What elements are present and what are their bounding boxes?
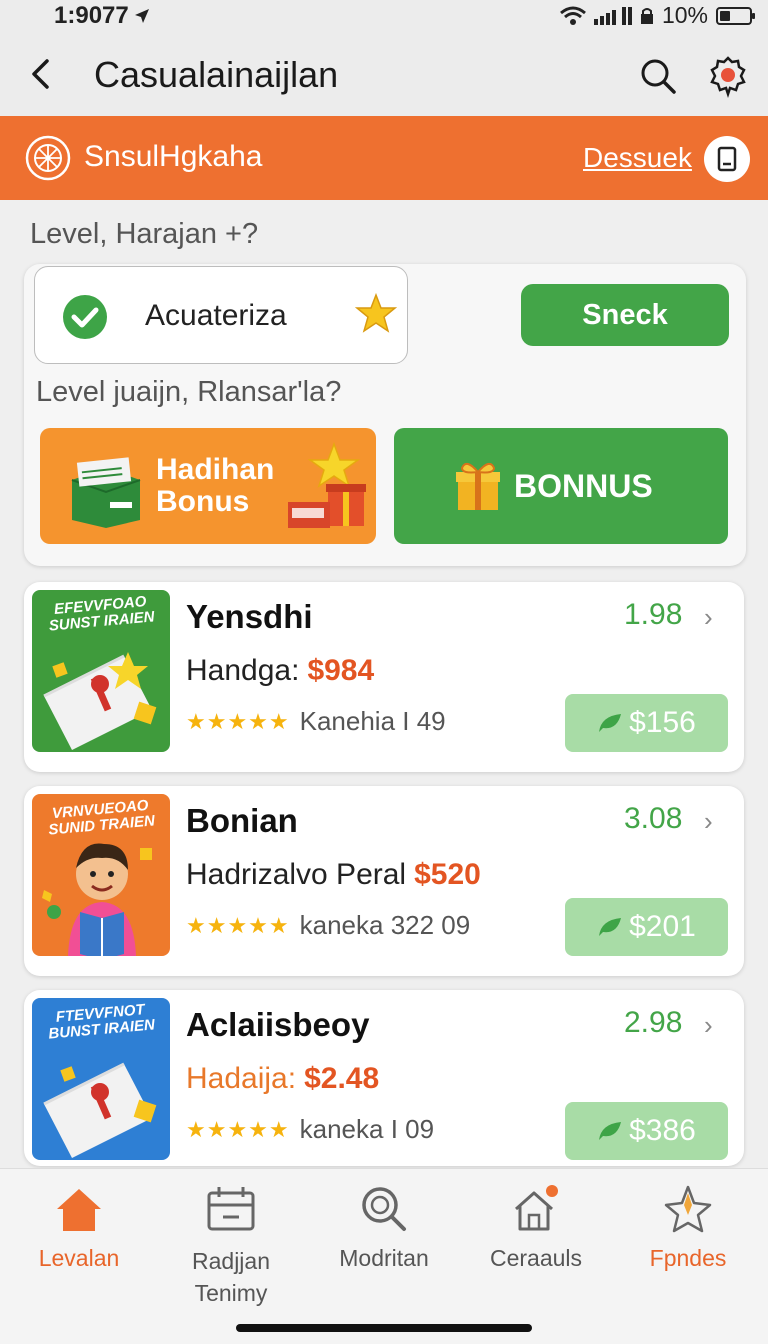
level-card: Acuateriza Sneck Level juaijn, Rlansar'l… bbox=[24, 264, 746, 566]
rating-stars: ★★★★★ bbox=[186, 1116, 290, 1142]
product-score: 1.98 bbox=[624, 598, 683, 631]
gift-icon bbox=[456, 462, 500, 510]
price-pill-button[interactable]: $386 bbox=[565, 1102, 728, 1160]
page-title: Casualainaijlan bbox=[94, 54, 339, 95]
status-time-text: 1:9077 bbox=[54, 2, 129, 29]
status-bar: 1:9077 10% bbox=[0, 0, 768, 30]
lock-icon bbox=[640, 7, 653, 24]
award-badge-icon[interactable] bbox=[706, 54, 750, 98]
nav-label: Levalan bbox=[38, 1245, 120, 1271]
home-indicator[interactable] bbox=[236, 1324, 532, 1332]
price-label: Hadaija: bbox=[186, 1062, 297, 1095]
sneck-button[interactable]: Sneck bbox=[521, 284, 729, 346]
nav-label: Ceraauls bbox=[489, 1245, 583, 1271]
product-card[interactable]: EFEVVFOAO SUNST IRAIEN Yensdhi Handga: $9… bbox=[24, 582, 744, 772]
chevron-right-icon[interactable]: › bbox=[704, 1010, 713, 1041]
status-text: Acuateriza bbox=[145, 299, 287, 332]
bonus-tile[interactable]: BONNUS bbox=[394, 428, 728, 544]
check-circle-icon bbox=[63, 295, 107, 339]
app-bar: Casualainaijlan bbox=[0, 30, 768, 116]
price-label: Hadrizalvo Peral bbox=[186, 858, 407, 891]
product-thumbnail: VRNVUEOAO SUNID TRAIEN bbox=[32, 794, 170, 956]
bottom-nav: Levalan Radjjan Tenimy Modritan Ceraauls… bbox=[0, 1168, 768, 1344]
product-price: $984 bbox=[307, 654, 375, 687]
nav-item-levalan[interactable]: Levalan bbox=[4, 1183, 154, 1272]
location-arrow-icon bbox=[134, 9, 149, 23]
home-icon bbox=[57, 1189, 101, 1231]
house-notification-icon bbox=[515, 1185, 558, 1231]
product-thumbnail: EFEVVFOAO SUNST IRAIEN bbox=[32, 590, 170, 752]
store-name: SnsulHgkaha bbox=[84, 140, 263, 173]
wifi-icon bbox=[559, 6, 586, 25]
price-label: Handga: bbox=[186, 654, 300, 687]
gift-box-icon bbox=[71, 457, 141, 528]
pill-price: $201 bbox=[629, 910, 696, 943]
bonus-label: BONNUS bbox=[514, 468, 653, 504]
status-box[interactable]: Acuateriza bbox=[34, 266, 408, 364]
rating-stars: ★★★★★ bbox=[186, 708, 290, 734]
battery-icon bbox=[716, 6, 755, 25]
pill-price: $156 bbox=[629, 706, 696, 739]
back-button[interactable] bbox=[26, 56, 54, 92]
product-name: Yensdhi bbox=[186, 598, 313, 635]
product-rating: ★★★★★ kaneka I 09 bbox=[186, 1114, 434, 1145]
product-price-line: Handga: $984 bbox=[186, 654, 374, 688]
nav-label: Radjjan Tenimy bbox=[192, 1248, 270, 1306]
price-pill-button[interactable]: $156 bbox=[565, 694, 728, 752]
product-name: Bonian bbox=[186, 802, 298, 839]
leaf-icon bbox=[599, 918, 622, 936]
product-card[interactable]: VRNVUEOAO SUNID TRAIEN Bonian Hadrizalvo… bbox=[24, 786, 744, 976]
rating-meta: Kanehia I 49 bbox=[299, 706, 446, 736]
search-icon[interactable] bbox=[638, 56, 678, 96]
store-banner: SnsulHgkaha Dessuek bbox=[0, 116, 768, 200]
store-logo-icon bbox=[25, 135, 71, 181]
signal-icon bbox=[593, 6, 632, 25]
product-price: $2.48 bbox=[304, 1062, 380, 1095]
price-pill-button[interactable]: $201 bbox=[565, 898, 728, 956]
status-right: 10% bbox=[559, 2, 755, 29]
nav-label: Fpndes bbox=[649, 1245, 727, 1271]
chevron-left-icon bbox=[32, 59, 49, 89]
leaf-icon bbox=[599, 1122, 622, 1140]
chevron-right-icon[interactable]: › bbox=[704, 806, 713, 837]
product-price-line: Hadrizalvo Peral $520 bbox=[186, 858, 481, 892]
product-card[interactable]: FTEVVFNOT BUNST IRAIEN Aclaiisbeoy Hadai… bbox=[24, 990, 744, 1166]
rating-meta: kaneka 322 09 bbox=[299, 910, 471, 940]
leaf-icon bbox=[599, 714, 622, 732]
gifts-star-icon bbox=[288, 442, 366, 528]
document-icon bbox=[717, 146, 737, 172]
search-icon bbox=[362, 1187, 406, 1231]
hadihan-bonus-label: Hadihan Bonus bbox=[156, 453, 275, 518]
level-sub-label: Level juaijn, Rlansar'la? bbox=[36, 376, 342, 408]
hadihan-bonus-tile[interactable]: Hadihan Bonus bbox=[40, 428, 376, 544]
document-button[interactable] bbox=[704, 136, 750, 182]
rating-stars: ★★★★★ bbox=[186, 912, 290, 938]
section-label: Level, Harajan +? bbox=[30, 218, 259, 250]
nav-item-ceraauls[interactable]: Ceraauls bbox=[461, 1183, 611, 1272]
banner-link[interactable]: Dessuek bbox=[583, 142, 692, 174]
nav-item-radjjan[interactable]: Radjjan Tenimy bbox=[156, 1183, 306, 1309]
product-price-line: Hadaija: $2.48 bbox=[186, 1062, 379, 1096]
product-score: 2.98 bbox=[624, 1006, 683, 1039]
chevron-right-icon[interactable]: › bbox=[704, 602, 713, 633]
product-score: 3.08 bbox=[624, 802, 683, 835]
product-rating: ★★★★★ Kanehia I 49 bbox=[186, 706, 446, 737]
rating-meta: kaneka I 09 bbox=[299, 1114, 435, 1144]
calendar-icon bbox=[207, 1187, 255, 1231]
product-name: Aclaiisbeoy bbox=[186, 1006, 370, 1043]
star-icon bbox=[355, 293, 397, 333]
status-time: 1:9077 bbox=[54, 2, 151, 30]
nav-item-fpndes[interactable]: Fpndes bbox=[613, 1183, 763, 1272]
battery-percent: 10% bbox=[661, 2, 708, 28]
product-thumbnail: FTEVVFNOT BUNST IRAIEN bbox=[32, 998, 170, 1160]
nav-item-modritan[interactable]: Modritan bbox=[309, 1183, 459, 1272]
star-badge-icon bbox=[664, 1185, 712, 1233]
product-rating: ★★★★★ kaneka 322 09 bbox=[186, 910, 470, 941]
pill-price: $386 bbox=[629, 1114, 696, 1147]
product-price: $520 bbox=[414, 858, 481, 891]
nav-label: Modritan bbox=[339, 1245, 429, 1271]
